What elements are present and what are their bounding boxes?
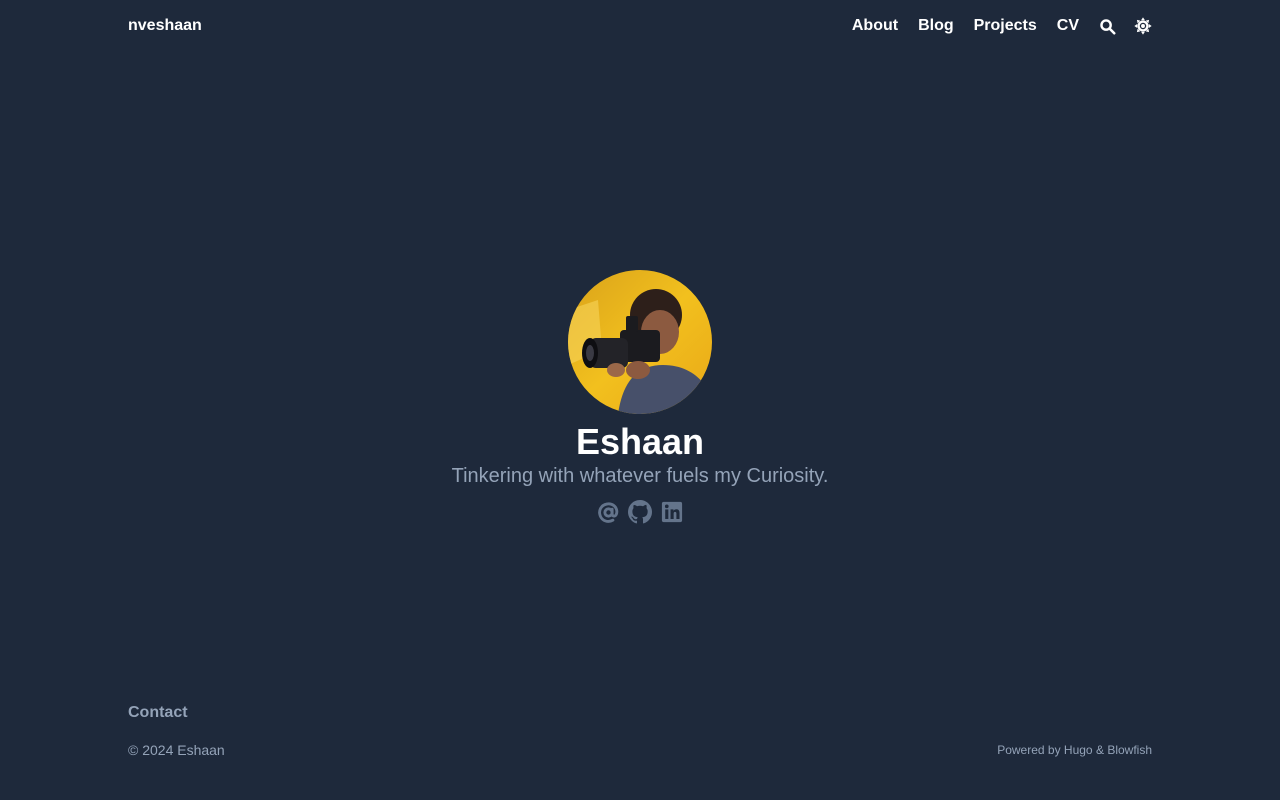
nav-link-projects[interactable]: Projects <box>974 16 1037 36</box>
powered-by: Powered by Hugo & Blowfish <box>997 742 1152 758</box>
social-links <box>0 499 1280 525</box>
main-nav: About Blog Projects CV <box>852 16 1152 36</box>
email-link[interactable] <box>596 499 620 525</box>
blowfish-link[interactable]: Blowfish <box>1107 743 1152 757</box>
powered-by-amp: & <box>1095 743 1104 757</box>
hero-name: Eshaan <box>575 421 705 462</box>
page: nveshaan About Blog Projects CV Eshaan T… <box>0 0 1280 800</box>
copyright: © 2024 Eshaan <box>128 742 225 758</box>
linkedin-link[interactable] <box>660 499 684 525</box>
nav-link-about[interactable]: About <box>852 16 898 36</box>
hero-tagline: Tinkering with whatever fuels my Curiosi… <box>451 465 829 487</box>
site-title-link[interactable]: nveshaan <box>128 16 202 36</box>
linkedin-icon <box>661 501 683 523</box>
powered-by-prefix: Powered by <box>997 743 1061 757</box>
nav-link-blog[interactable]: Blog <box>918 16 954 36</box>
at-sign-icon <box>597 501 618 523</box>
hugo-link[interactable]: Hugo <box>1064 743 1093 757</box>
nav-link-cv[interactable]: CV <box>1057 16 1079 36</box>
footer-contact-link[interactable]: Contact <box>128 703 188 723</box>
avatar-photo <box>568 270 712 414</box>
github-link[interactable] <box>628 499 652 525</box>
github-icon <box>628 500 652 524</box>
avatar <box>568 270 712 414</box>
search-icon[interactable] <box>1098 17 1116 35</box>
sun-icon[interactable] <box>1134 17 1152 35</box>
